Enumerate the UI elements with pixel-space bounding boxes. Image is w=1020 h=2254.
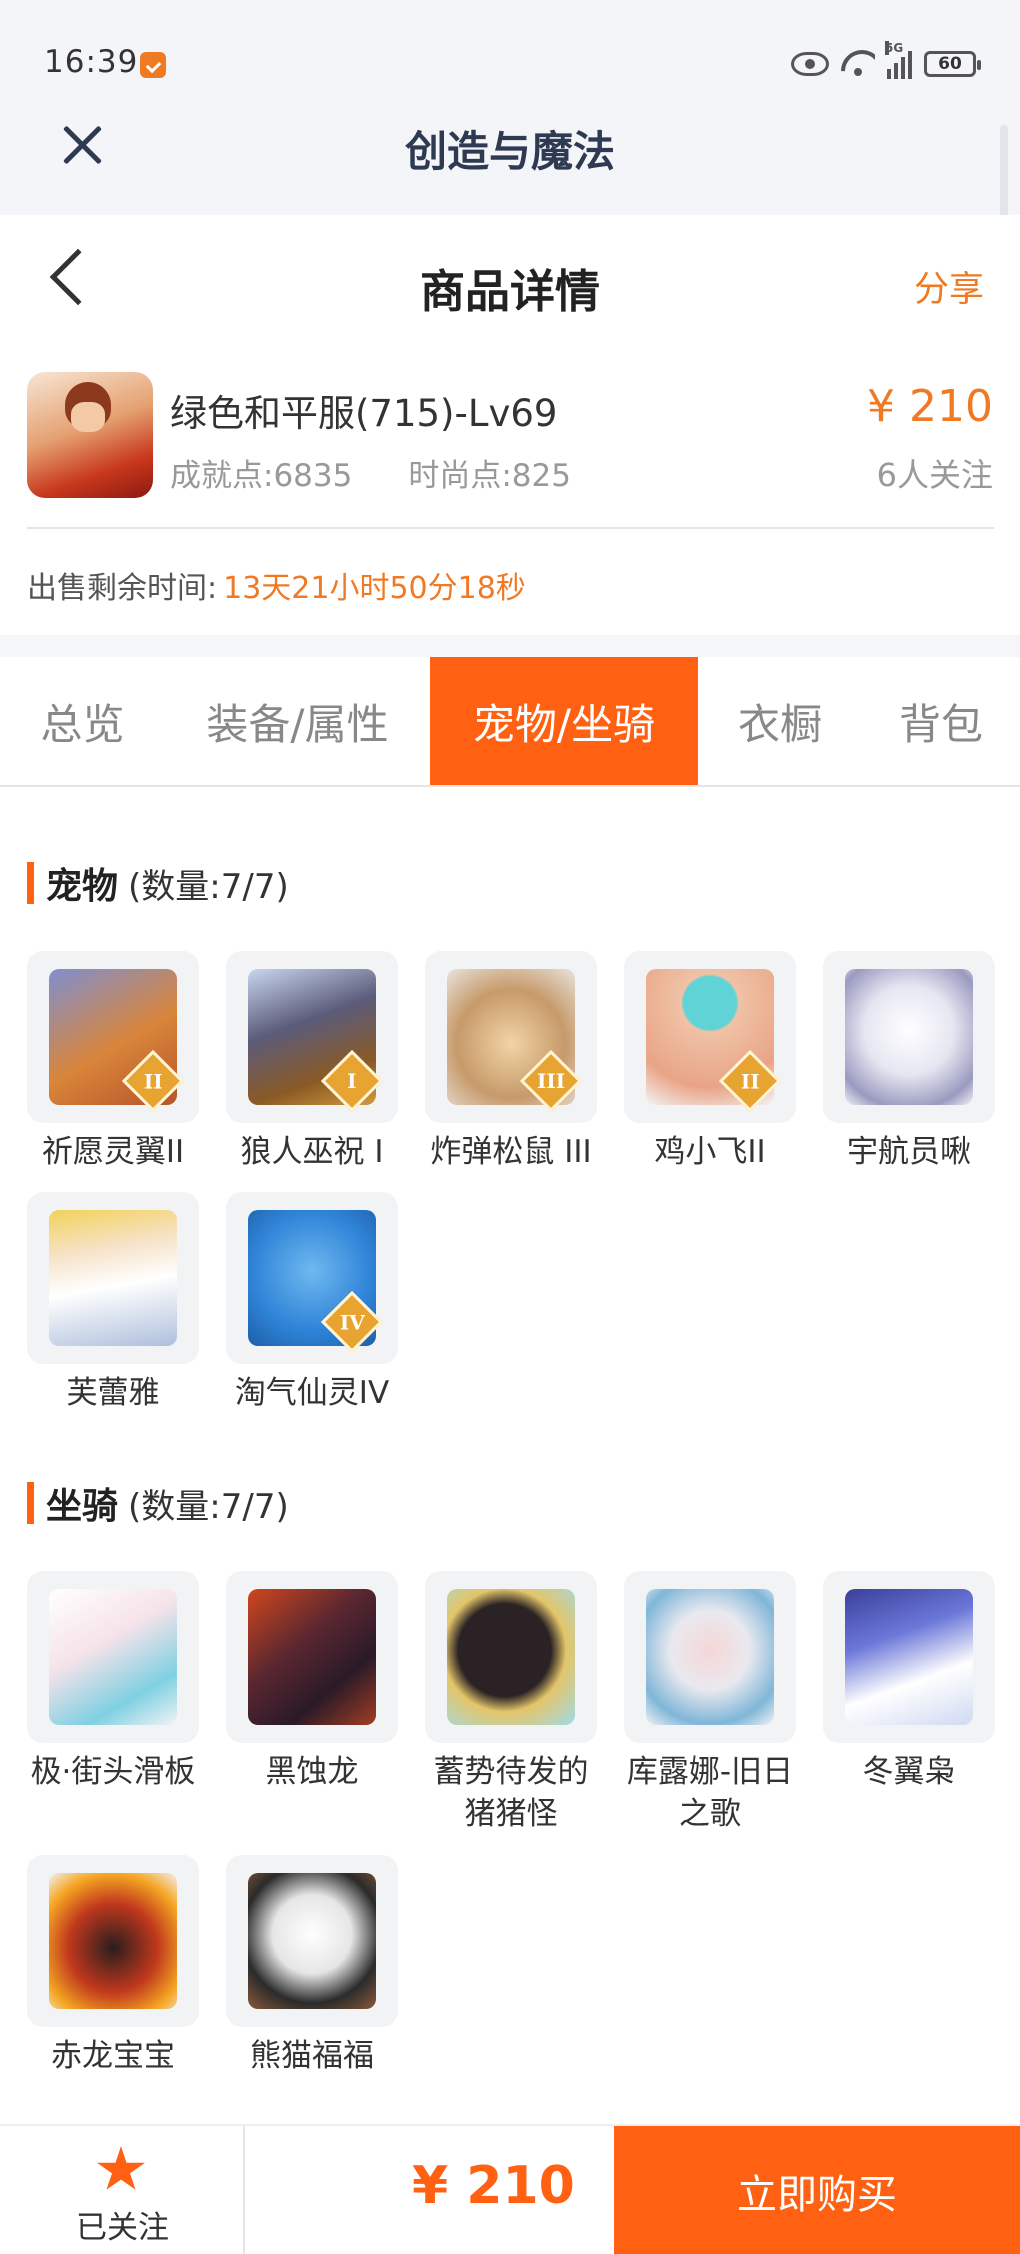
remaining-time-label: 出售剩余时间: (27, 571, 218, 606)
mount-image (49, 1589, 177, 1725)
battery-icon: 60 (924, 51, 981, 77)
pet-thumbnail (27, 1192, 199, 1364)
character-avatar (27, 372, 153, 498)
achievement-points: 成就点:6835 (170, 458, 353, 494)
app-notification-icon (140, 52, 166, 78)
signal-icon: 5G (885, 41, 912, 79)
tab-overview[interactable]: 总览 (0, 657, 165, 785)
pet-name: 炸弹松鼠 III (430, 1134, 592, 1170)
mount-item[interactable]: 库露娜-旧日之歌 (624, 1571, 796, 1835)
section-count: (数量:7/7) (128, 866, 289, 907)
follow-button[interactable]: 已关注 (0, 2126, 245, 2254)
pet-item[interactable]: II 鸡小飞II (624, 951, 796, 1173)
product-stats: 成就点:6835 时尚点:825 (170, 450, 571, 495)
mount-item[interactable]: 蓄势待发的猪猪怪 (425, 1571, 597, 1835)
pet-name: 淘气仙灵IV (234, 1375, 390, 1411)
top-region: 16:39 5G 60 创造与魔法 (0, 0, 1020, 245)
mount-thumbnail (226, 1571, 398, 1743)
pet-name: 芙蕾雅 (66, 1375, 160, 1411)
mount-image (646, 1589, 774, 1725)
pet-thumbnail: III (425, 951, 597, 1123)
pet-thumbnail: II (27, 951, 199, 1123)
pet-thumbnail: IV (226, 1192, 398, 1364)
mount-thumbnail (425, 1571, 597, 1743)
webview-title-bar: 创造与魔法 (0, 100, 1020, 215)
follow-label: 已关注 (76, 2210, 169, 2246)
buy-now-button[interactable]: 立即购买 (614, 2126, 1020, 2254)
mount-item[interactable]: 冬翼枭 (823, 1571, 995, 1793)
pet-item[interactable]: 芙蕾雅 (27, 1192, 199, 1414)
mount-image (845, 1589, 973, 1725)
section-accent-bar (27, 862, 34, 904)
page-header: 商品详情 分享 (0, 215, 1020, 345)
network-type: 5G (885, 41, 904, 55)
pet-name: 祈愿灵翼II (41, 1134, 185, 1170)
webview-title: 创造与魔法 (404, 127, 615, 176)
mount-image (447, 1589, 575, 1725)
status-icons: 5G 60 (791, 41, 981, 82)
tab-wardrobe[interactable]: 衣橱 (698, 657, 862, 785)
mount-name: 蓄势待发的猪猪怪 (433, 1754, 589, 1832)
mount-thumbnail (27, 1571, 199, 1743)
mount-image (248, 1873, 376, 2009)
pet-thumbnail: I (226, 951, 398, 1123)
mount-item[interactable]: 极·街头滑板 (27, 1571, 199, 1793)
mount-thumbnail (823, 1571, 995, 1743)
tab-bar: 总览 装备/属性 宠物/坐骑 衣橱 背包 (0, 657, 1020, 787)
pet-name: 宇航员啾 (847, 1134, 971, 1170)
divider (27, 527, 994, 529)
mount-name: 黑蚀龙 (265, 1754, 359, 1790)
wifi-icon (841, 50, 875, 78)
mounts-section-title: 坐骑 (数量:7/7) (27, 1480, 289, 1527)
pet-name: 鸡小飞II (654, 1134, 766, 1170)
mount-thumbnail (27, 1855, 199, 2027)
bottom-action-bar: 已关注 ¥ 210 立即购买 (0, 2124, 1020, 2254)
section-name: 坐骑 (46, 1486, 119, 1527)
mount-name: 冬翼枭 (862, 1754, 956, 1790)
share-button[interactable]: 分享 (914, 261, 984, 312)
pet-thumbnail (823, 951, 995, 1123)
section-name: 宠物 (46, 866, 119, 907)
pet-item[interactable]: III 炸弹松鼠 III (425, 951, 597, 1173)
mount-name: 熊猫福福 (250, 2038, 374, 2074)
status-time: 16:39 (44, 44, 139, 80)
product-price: ¥ 210 (867, 381, 993, 432)
section-accent-bar (27, 1482, 34, 1524)
fashion-points: 时尚点:825 (408, 458, 571, 494)
pet-image (49, 1210, 177, 1346)
pet-thumbnail: II (624, 951, 796, 1123)
pet-item[interactable]: 宇航员啾 (823, 951, 995, 1173)
pet-item[interactable]: II 祈愿灵翼II (27, 951, 199, 1173)
pet-image (845, 969, 973, 1105)
mount-thumbnail (624, 1571, 796, 1743)
bottom-price: ¥ 210 (412, 2156, 575, 2216)
tab-backpack[interactable]: 背包 (862, 657, 1020, 785)
mount-image (248, 1589, 376, 1725)
follower-count: 6人关注 (876, 456, 993, 494)
eye-icon (791, 52, 829, 76)
section-count: (数量:7/7) (128, 1486, 289, 1527)
section-gap (0, 635, 1020, 657)
mount-item[interactable]: 黑蚀龙 (226, 1571, 398, 1793)
mount-name: 极·街头滑板 (30, 1754, 196, 1790)
remaining-time: 出售剩余时间: 13天21小时50分18秒 (27, 563, 526, 607)
pet-name: 狼人巫祝 I (240, 1134, 384, 1170)
tab-pets-mounts[interactable]: 宠物/坐骑 (430, 657, 698, 785)
pet-item[interactable]: IV 淘气仙灵IV (226, 1192, 398, 1414)
product-card: 绿色和平服(715)-Lv69 成就点:6835 时尚点:825 ¥ 210 6… (0, 345, 1020, 635)
pet-item[interactable]: I 狼人巫祝 I (226, 951, 398, 1173)
mount-item[interactable]: 熊猫福福 (226, 1855, 398, 2077)
remaining-time-value: 13天21小时50分18秒 (223, 571, 526, 606)
tab-equipment[interactable]: 装备/属性 (165, 657, 430, 785)
mount-item[interactable]: 赤龙宝宝 (27, 1855, 199, 2077)
product-name: 绿色和平服(715)-Lv69 (170, 392, 558, 435)
mount-thumbnail (226, 1855, 398, 2027)
page-title: 商品详情 (419, 265, 600, 318)
pets-section-title: 宠物 (数量:7/7) (27, 860, 289, 907)
star-icon (97, 2146, 145, 2190)
mount-name: 库露娜-旧日之歌 (626, 1754, 794, 1832)
mount-name: 赤龙宝宝 (51, 2038, 175, 2074)
mount-image (49, 1873, 177, 2009)
